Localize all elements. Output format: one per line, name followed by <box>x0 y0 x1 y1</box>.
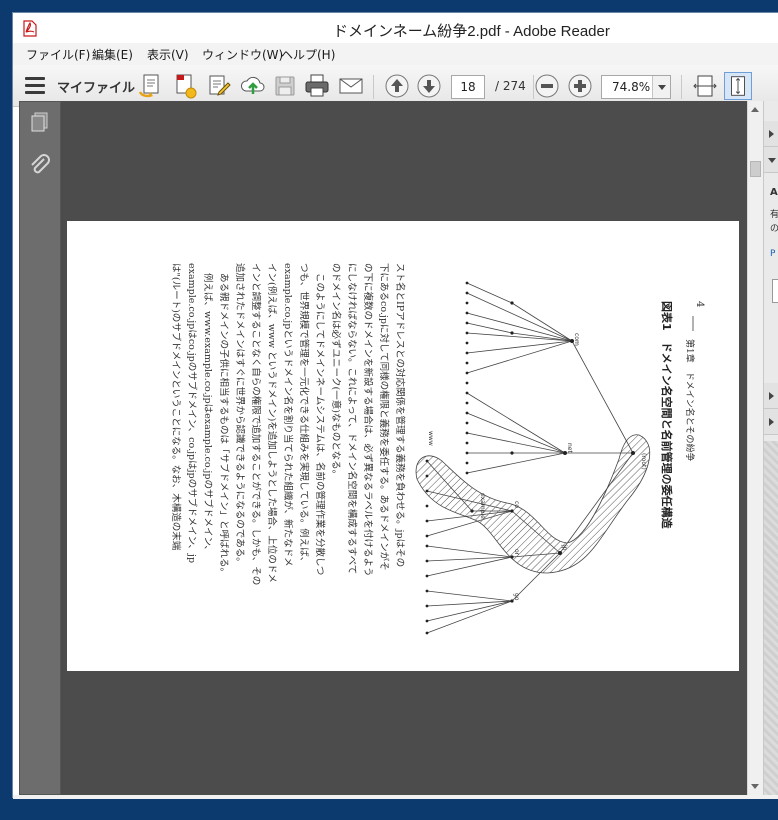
figure-caption: 図表1 ドメイン名空間と名前管理の委任構造 <box>660 301 674 530</box>
body-line: 下にあるco.jpに対して同様の権限と義務を委任する。あるドメインがそ <box>378 263 390 571</box>
attachments-paperclip-icon[interactable] <box>28 154 52 178</box>
toolbar-separator <box>681 75 682 99</box>
tools-text: 有 <box>770 210 778 220</box>
body-text: スト名とIPアドレスとの対応関係を管理する義務を負わせる。jpはその 下にあるc… <box>170 263 406 585</box>
body-line: のドメイン名は必ずユニーク(一意)なものとなる。 <box>330 263 342 479</box>
menu-hamburger-icon[interactable] <box>25 77 45 95</box>
page-thumbnails-icon[interactable] <box>28 110 52 134</box>
create-pdf-icon[interactable] <box>171 72 199 100</box>
chevron-down-icon[interactable] <box>652 76 670 98</box>
window-bottom-border <box>13 795 778 799</box>
tools-section-collapsed[interactable] <box>764 409 778 435</box>
scroll-thumb[interactable] <box>750 161 761 177</box>
fit-width-icon[interactable] <box>691 72 719 100</box>
body-line: example.co.jpというドメイン名を割り当てられた組織が、新たなドメ <box>282 263 294 567</box>
highlight-path-band <box>415 434 651 574</box>
tree-label-example: example <box>479 493 486 519</box>
page-number-input[interactable]: 18 <box>451 75 485 99</box>
page-number: 4 <box>694 301 705 307</box>
body-line: 追加されたドメインはすぐに世界から認識できるようになるのである。 <box>234 263 246 567</box>
tree-label-or: or <box>513 549 520 556</box>
tools-heading: A <box>770 187 778 198</box>
tools-section-collapsed[interactable] <box>764 383 778 409</box>
domain-tree-diagram <box>426 282 634 634</box>
zoom-in-icon[interactable] <box>566 72 594 100</box>
body-line: ある親ドメインの子供に相当するものは「サブドメイン」と呼ばれる。 <box>218 273 230 577</box>
app-window: ドメインネーム紛争2.pdf - Adobe Reader ファイル(F) 編集… <box>12 12 778 799</box>
body-line: example.co.jpはco.jpのサブドメイン、co.jpはjpのサブドメ… <box>186 263 198 563</box>
menu-edit[interactable]: 編集(E) <box>92 46 133 63</box>
tree-label-com: com <box>573 333 580 346</box>
title-bar: ドメインネーム紛争2.pdf - Adobe Reader <box>13 13 778 43</box>
open-file-icon[interactable] <box>137 72 165 100</box>
my-files-button[interactable]: マイファイル <box>57 77 135 96</box>
menu-file[interactable]: ファイル(F) <box>26 46 90 63</box>
body-line: スト名とIPアドレスとの対応関係を管理する義務を負わせる。jpはその <box>394 263 406 567</box>
tree-label-co: co <box>513 501 520 508</box>
tree-label-go: go <box>513 593 520 601</box>
save-icon[interactable] <box>271 72 299 100</box>
body-line: にしなければならない。これによって、ドメイン名空間を構成するすべて <box>346 263 358 574</box>
email-icon[interactable] <box>337 72 365 100</box>
body-line: 例えば、www.example.co.jpはexample.co.jpのサブドメ… <box>202 273 214 555</box>
tools-pane: A 有 の P <box>763 101 778 795</box>
tree-nodes <box>425 281 635 635</box>
menu-bar: ファイル(F) 編集(E) 表示(V) ウィンドウ(W) ヘルプ(H) <box>13 43 778 65</box>
tree-label-www: www <box>427 431 434 446</box>
body-line: の下に複数のドメインを新設する場合は、必ず異なるラベルを付けるよう <box>362 263 374 577</box>
zoom-select[interactable]: 74.8% <box>601 75 671 99</box>
tools-text: の <box>770 224 778 234</box>
window-title: ドメインネーム紛争2.pdf - Adobe Reader <box>333 23 610 40</box>
adobe-reader-icon <box>23 20 37 37</box>
print-icon[interactable] <box>303 72 331 100</box>
vertical-scrollbar[interactable] <box>747 101 763 795</box>
pane-resize-area <box>764 441 778 795</box>
zoom-out-icon[interactable] <box>533 72 561 100</box>
toolbar-separator <box>373 75 374 99</box>
next-page-icon[interactable] <box>415 72 443 100</box>
rotated-page-content: 4 第1章 ドメイン名とその紛争 図表1 ドメイン名空間と名前管理の委任構造 (… <box>170 263 705 635</box>
menu-help[interactable]: ヘルプ(H) <box>281 46 335 63</box>
menu-view[interactable]: 表示(V) <box>147 46 189 63</box>
tools-section-expanded[interactable] <box>764 147 778 173</box>
body-line: つも、世界規模で管理を一元化できる仕組みを実現している。例えば、 <box>298 263 310 566</box>
menu-window[interactable]: ウィンドウ(W) <box>202 46 283 63</box>
tools-link[interactable]: P <box>770 249 775 259</box>
scroll-up-icon[interactable] <box>751 107 759 112</box>
navigation-pane <box>19 101 61 795</box>
edit-document-icon[interactable] <box>205 72 233 100</box>
tools-section-collapsed[interactable] <box>764 121 778 147</box>
page-total: / 274 <box>495 79 526 93</box>
document-view[interactable]: 4 第1章 ドメイン名とその紛争 図表1 ドメイン名空間と名前管理の委任構造 (… <box>61 101 747 795</box>
zoom-value: 74.8% <box>612 80 651 94</box>
body-line: インと調整することなく自らの権限で追加することができる。しかも、その <box>250 263 262 585</box>
cloud-upload-icon[interactable] <box>239 72 267 100</box>
body-line: イン(例えば、www というドメイン)を追加しようとした場合、上位のドメ <box>266 263 278 583</box>
scroll-down-icon[interactable] <box>751 784 759 789</box>
body-line: このようにしてドメインネームシステムは、名前の管理作業を分散しつ <box>314 273 326 575</box>
tree-label-root: (root) <box>640 453 647 470</box>
tools-input[interactable] <box>772 279 778 303</box>
previous-page-icon[interactable] <box>383 72 411 100</box>
running-head: 第1章 ドメイン名とその紛争 <box>684 339 696 461</box>
pdf-page: 4 第1章 ドメイン名とその紛争 図表1 ドメイン名空間と名前管理の委任構造 (… <box>67 221 739 671</box>
tree-label-net: net <box>566 443 573 453</box>
fit-page-icon[interactable] <box>724 72 752 100</box>
body-line: は"(ルート)のサブドメインということになる。なお、木構造の末端 <box>170 263 182 551</box>
tree-label-jp: jp <box>561 544 568 551</box>
